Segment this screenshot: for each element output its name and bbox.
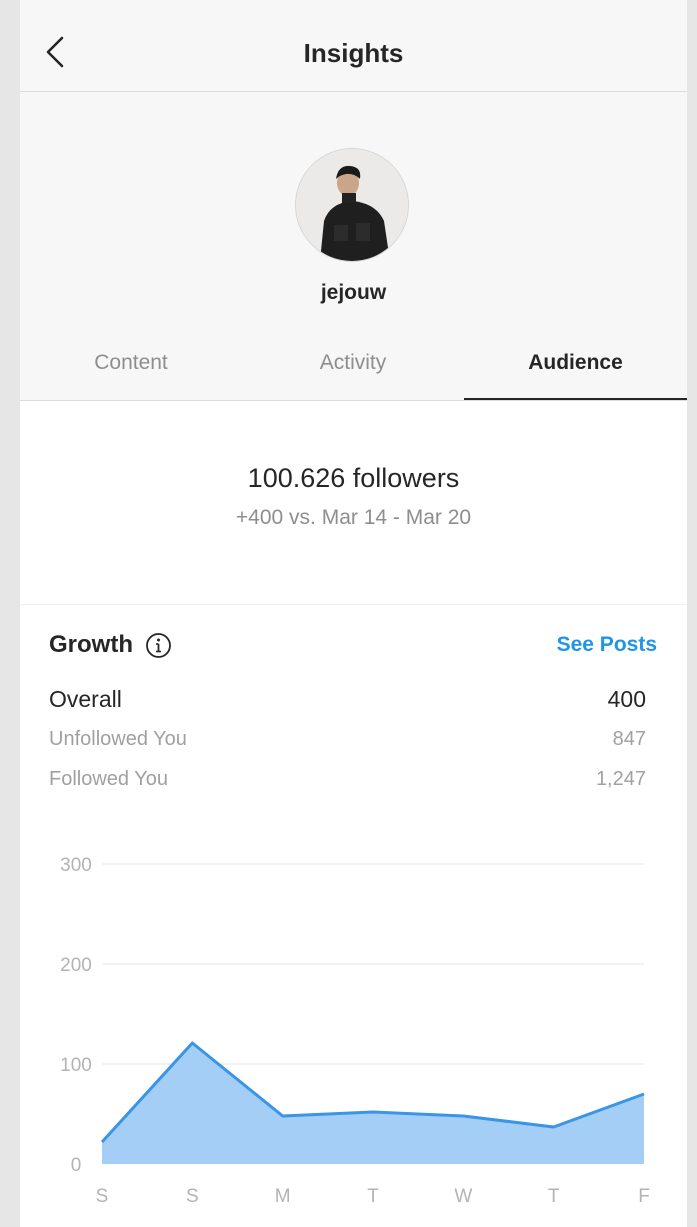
section-divider <box>20 604 687 605</box>
overall-value: 400 <box>607 686 646 712</box>
x-tick-label: T <box>548 1186 560 1207</box>
growth-title: Growth <box>49 631 133 658</box>
area-fill <box>102 1043 644 1164</box>
profile-photo <box>296 149 408 261</box>
x-tick-label: W <box>454 1186 472 1207</box>
x-tick-label: F <box>638 1186 650 1207</box>
y-tick-label: 300 <box>60 855 92 876</box>
growth-heading: Growth <box>49 631 172 659</box>
y-tick-label: 0 <box>71 1155 82 1176</box>
growth-chart: 0 100 200 300 S S M T W T F <box>60 855 650 1207</box>
unfollowed-label: Unfollowed You <box>49 728 187 750</box>
x-tick-label: T <box>367 1186 379 1207</box>
profile-username: jejouw <box>320 281 387 304</box>
unfollowed-row: Unfollowed You 847 <box>49 728 646 760</box>
overall-label: Overall <box>49 686 122 712</box>
followed-label: Followed You <box>49 768 168 790</box>
see-posts-link[interactable]: See Posts <box>557 633 657 657</box>
followed-row: Followed You 1,247 <box>49 768 646 800</box>
overall-row: Overall 400 <box>49 686 646 718</box>
y-tick-label: 200 <box>60 955 92 976</box>
tab-activity[interactable]: Activity <box>242 335 464 401</box>
followed-value: 1,247 <box>595 768 646 790</box>
tab-content[interactable]: Content <box>20 335 242 401</box>
tab-audience[interactable]: Audience <box>464 335 687 401</box>
y-tick-label: 100 <box>60 1055 92 1076</box>
profile-header: Insights jejouw Content Activity Audienc… <box>20 0 687 401</box>
tabs-divider <box>20 400 687 401</box>
followers-count: 100.626 followers <box>247 463 460 493</box>
x-tick-label: M <box>275 1186 291 1207</box>
followers-comparison: +400 vs. Mar 14 - Mar 20 <box>235 506 472 529</box>
x-tick-label: S <box>186 1186 199 1207</box>
page-title: Insights <box>303 38 404 68</box>
x-tick-label: S <box>96 1186 109 1207</box>
info-icon[interactable] <box>145 632 172 659</box>
navigation-bar: Insights <box>20 0 687 92</box>
unfollowed-value: 847 <box>612 728 646 750</box>
insights-screen: Insights jejouw Content Activity Audienc… <box>20 0 687 1227</box>
avatar[interactable] <box>296 149 408 261</box>
insights-tabs: Content Activity Audience <box>20 335 687 401</box>
